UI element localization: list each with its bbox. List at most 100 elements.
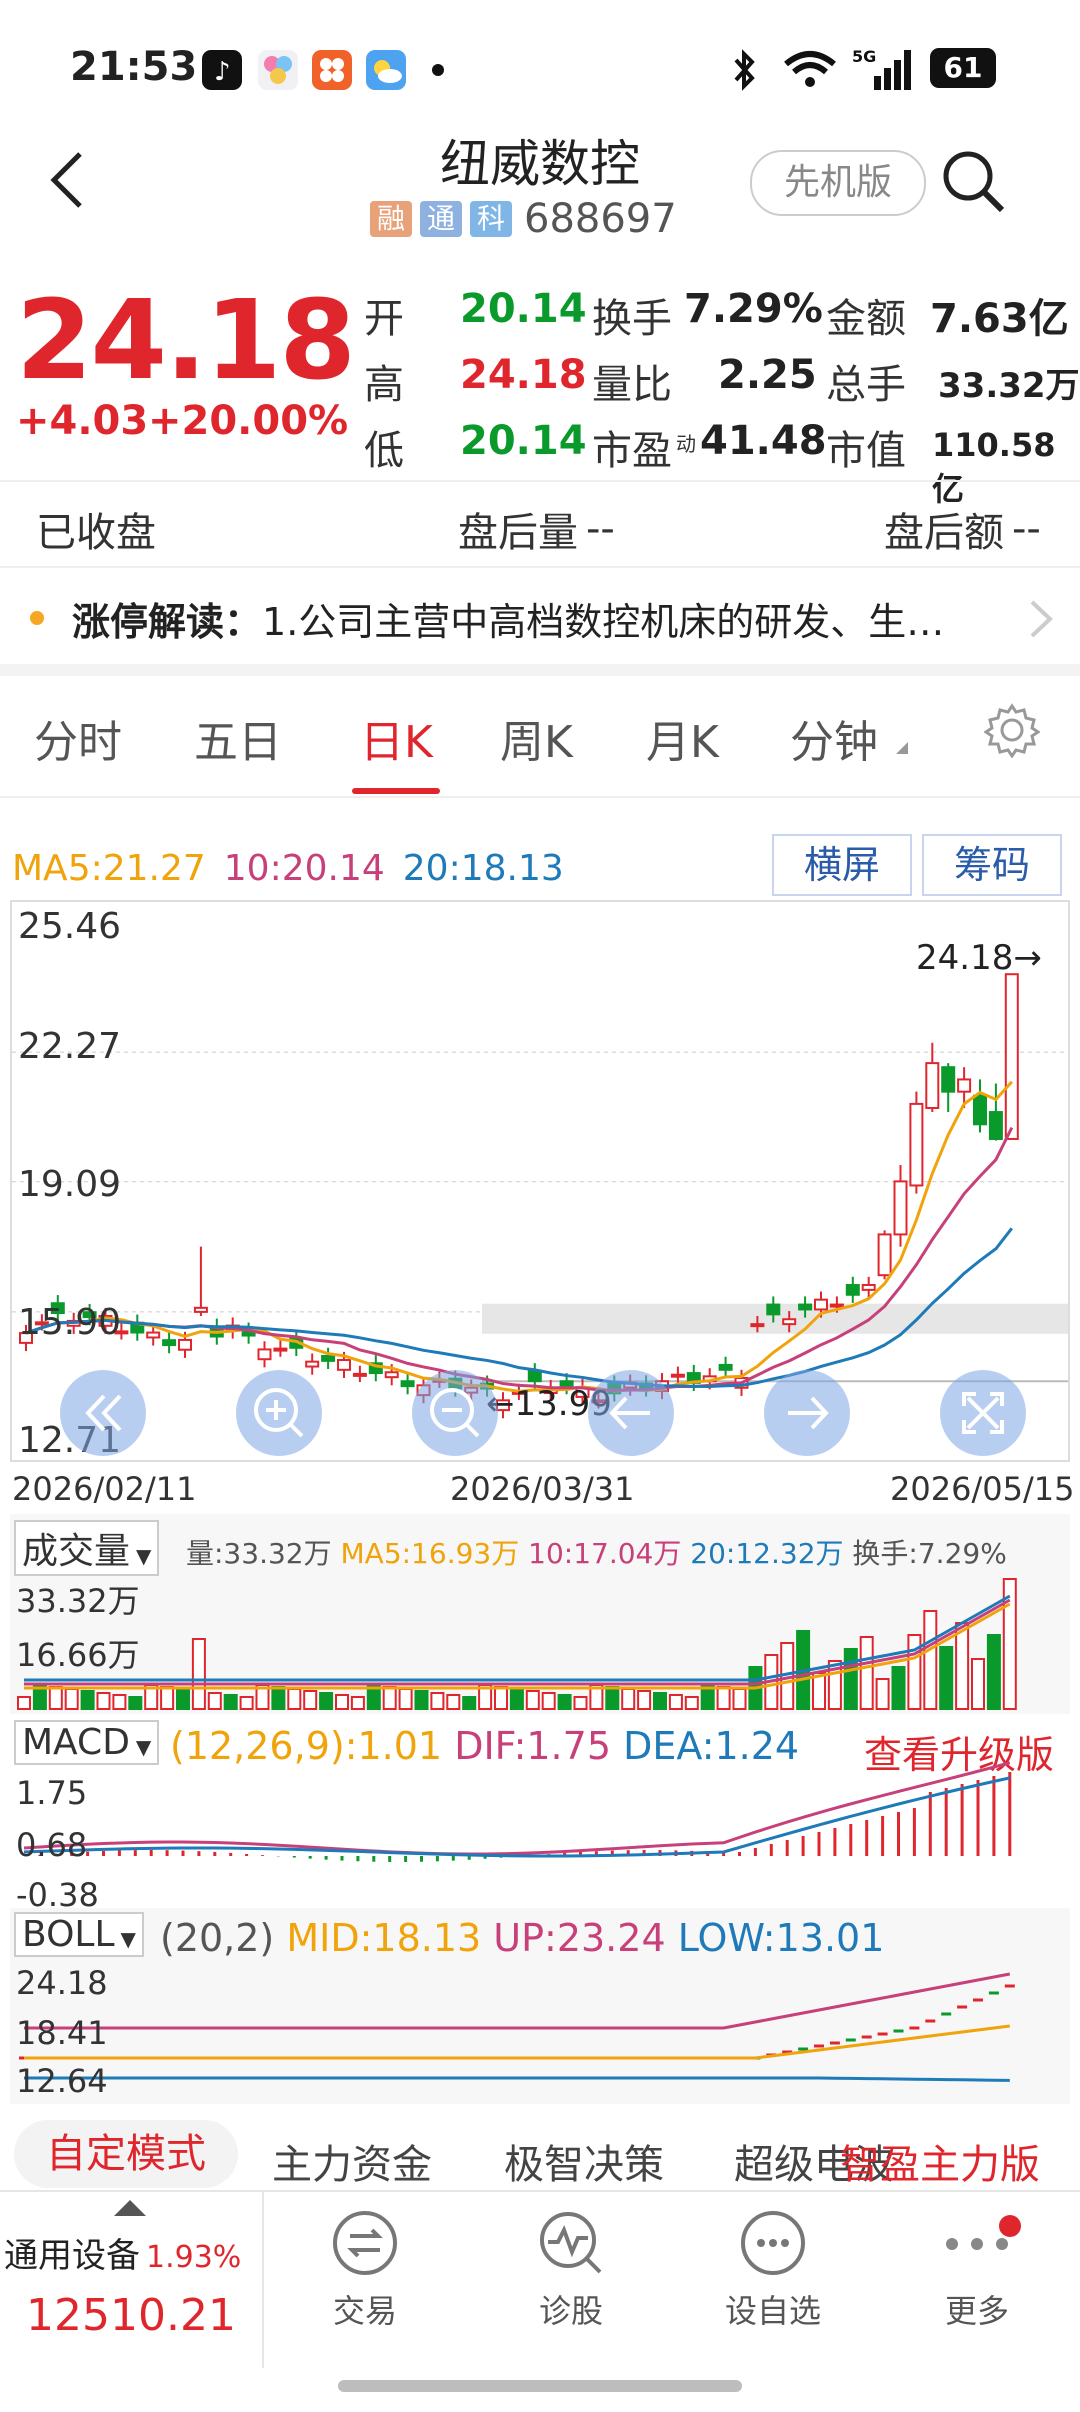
sector-index[interactable]: 通用设备 1.93% 12510.21	[0, 2192, 264, 2368]
candle-body	[162, 1339, 177, 1347]
arrow-left-icon	[609, 1396, 650, 1430]
low-value: 20.14	[460, 418, 587, 464]
candle-body	[798, 1303, 813, 1311]
open-label: 开	[364, 296, 404, 342]
zoom-in-button[interactable]	[236, 1370, 322, 1456]
pan-right-button[interactable]	[764, 1370, 850, 1456]
volume-bar	[557, 1694, 572, 1710]
tab-custom-mode[interactable]: 自定模式	[14, 2120, 238, 2188]
boll-panel[interactable]: BOLL ▼ (20,2) MID:18.13 UP:23.24 LOW:13.0…	[10, 1908, 1070, 2104]
volume-bar	[207, 1692, 222, 1710]
chip-distribution-button[interactable]: 筹码	[922, 834, 1062, 896]
volume-bar	[350, 1696, 365, 1710]
total-hands-value: 33.32万	[938, 366, 1080, 406]
tab-monthly-k[interactable]: 月K	[646, 706, 719, 770]
volume-bar	[541, 1692, 556, 1710]
tab-smart-decision[interactable]: 极智决策	[504, 2132, 664, 2190]
landscape-button[interactable]: 横屏	[772, 834, 912, 896]
volume-bar	[271, 1686, 286, 1710]
pan-left-button[interactable]	[588, 1370, 674, 1456]
nav-add-watchlist[interactable]: 设自选	[708, 2208, 838, 2332]
pioneer-version-button[interactable]: 先机版	[750, 150, 926, 216]
volume-bar	[843, 1648, 858, 1710]
ma5-value: MA5:21.27	[12, 848, 206, 889]
nav-diagnose[interactable]: 诊股	[506, 2208, 636, 2332]
candle-body	[193, 1306, 208, 1313]
total-hands-label: 总手	[826, 362, 906, 408]
tab-daily-k[interactable]: 日K	[360, 706, 433, 770]
candle-body	[925, 1062, 940, 1109]
pe-label: 市盈	[592, 428, 672, 474]
volume-bar	[176, 1688, 190, 1710]
zoom-out-button[interactable]	[412, 1370, 498, 1456]
volume-bar	[80, 1690, 95, 1710]
price-change: +4.03	[16, 398, 149, 444]
candle-body	[957, 1078, 972, 1093]
volume-bar	[48, 1686, 63, 1710]
nav-more[interactable]: 更多	[912, 2208, 1042, 2332]
volume-bar	[96, 1692, 111, 1710]
weather-icon	[366, 50, 406, 90]
candle-body	[941, 1066, 956, 1093]
candle-body	[257, 1348, 272, 1361]
pan-start-button[interactable]	[60, 1370, 146, 1456]
volume-bar	[859, 1636, 874, 1710]
tab-weekly-k[interactable]: 周K	[500, 706, 573, 770]
ma10-line	[25, 1126, 1014, 1392]
limit-up-news[interactable]: 涨停解读： 1.公司主营中高档数控机床的研发、生…	[0, 572, 1080, 664]
volume-bar	[971, 1658, 985, 1710]
turnover-value: 7.29%	[684, 286, 823, 332]
candle-body	[909, 1102, 924, 1187]
candle-body	[877, 1233, 892, 1277]
tab-intraday[interactable]: 分时	[34, 706, 122, 770]
volume-bar	[287, 1688, 302, 1710]
bottom-nav: 通用设备 1.93% 12510.21 交易 诊股 设自选 更多	[0, 2190, 1080, 2368]
tab-minute[interactable]: 分钟	[790, 706, 878, 770]
battery-level: 61	[943, 51, 983, 84]
y-label-4: 15.90	[18, 1302, 122, 1343]
y-label-2: 22.27	[18, 1026, 122, 1067]
volume-bar	[494, 1686, 508, 1710]
volume-bar	[239, 1696, 254, 1710]
tab-five-day[interactable]: 五日	[194, 706, 282, 770]
volume-bar	[398, 1688, 413, 1710]
volume-bar	[509, 1688, 524, 1710]
candle-body	[305, 1360, 320, 1368]
volume-bar	[684, 1696, 699, 1710]
svg-text:5G: 5G	[852, 47, 876, 66]
volume-bar	[319, 1692, 334, 1710]
boll-y-bottom: 12.64	[16, 2062, 108, 2100]
nav-diagnose-label: 诊股	[538, 2292, 603, 2330]
pe-value: 41.48	[700, 418, 827, 464]
candle-body	[1004, 973, 1019, 1140]
settings-gear-icon[interactable]	[984, 702, 1040, 758]
volume-bar	[112, 1694, 127, 1710]
boll-svg	[19, 1972, 1015, 2082]
volume-bar	[605, 1686, 620, 1710]
volume-bar	[64, 1688, 79, 1710]
chart-period-tabs: 分时 五日 日K 周K 月K 分钟	[0, 676, 1080, 796]
bluetooth-icon	[730, 48, 758, 101]
arrow-right-icon: →	[1013, 938, 1042, 978]
volume-bar	[462, 1696, 477, 1710]
macd-dif-line	[23, 1761, 1011, 1856]
macd-panel[interactable]: MACD ▼ (12,26,9):1.01 DIF:1.75 DEA:1.24 查…	[10, 1716, 1070, 1914]
high-label: 高	[364, 362, 404, 408]
volume-bar	[875, 1678, 890, 1710]
nav-trade[interactable]: 交易	[300, 2208, 430, 2332]
volume-panel[interactable]: 成交量 ▼ 量:33.32万 MA5:16.93万 10:17.04万 20:12…	[10, 1514, 1070, 1714]
tab-main-funds[interactable]: 主力资金	[272, 2132, 432, 2190]
divider	[0, 796, 1080, 798]
chevron-right-icon	[1030, 600, 1053, 638]
volume-bar	[812, 1672, 826, 1710]
fullscreen-button[interactable]	[940, 1370, 1026, 1456]
news-text: 1.公司主营中高档数控机床的研发、生…	[262, 599, 945, 644]
news-prefix: 涨停解读：	[72, 599, 263, 644]
boll-y-mid: 18.41	[16, 2014, 108, 2052]
zoom-in-icon	[254, 1388, 304, 1438]
promo-link[interactable]: 智盈主力版	[840, 2132, 1040, 2190]
volume-y-mid: 16.66万	[16, 1636, 140, 1674]
kline-chart[interactable]: 25.46 22.27 19.09 15.90 12.71 24.18→ ←13…	[10, 900, 1070, 1462]
more-dots-icon	[946, 2215, 1021, 2250]
search-button[interactable]	[938, 146, 1010, 222]
